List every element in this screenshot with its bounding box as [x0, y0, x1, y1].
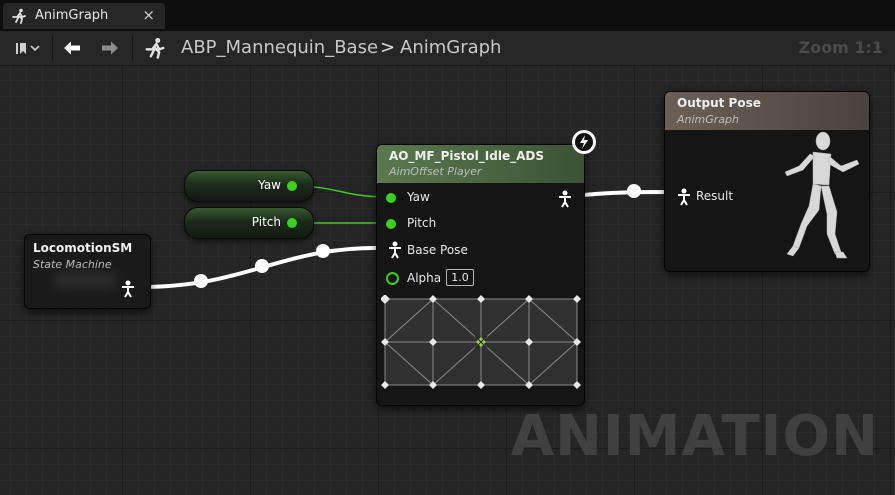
bookmark-dropdown-button[interactable]	[8, 37, 44, 59]
pose-wire	[573, 190, 671, 198]
node-subtitle: AnimGraph	[677, 113, 740, 126]
tab-bar: AnimGraph ×	[0, 0, 895, 31]
tab-close-button[interactable]: ×	[142, 6, 155, 24]
graph-toolbar: ABP_Mannequin_Base > AnimGraph Zoom 1:1	[0, 31, 895, 66]
arrow-right-icon	[102, 41, 118, 55]
zoom-level: Zoom 1:1	[798, 38, 884, 57]
aimoffset-player-node[interactable]: AO_MF_Pistol_Idle_ADS AimOffset Player Y…	[376, 144, 585, 406]
base-pose-input-label: Base Pose	[407, 243, 468, 257]
toolbar-separator	[132, 35, 133, 61]
node-title: LocomotionSM	[33, 241, 133, 255]
bookmark-icon	[16, 43, 40, 54]
breadcrumb-separator: >	[380, 37, 396, 58]
running-man-icon	[12, 8, 26, 24]
output-pose-node[interactable]: Output Pose AnimGraph Result	[664, 91, 870, 272]
running-man-icon	[145, 37, 165, 59]
base-pose-pin-icon[interactable]	[388, 241, 402, 259]
back-button[interactable]	[60, 37, 84, 59]
node-subtitle: AimOffset Player	[389, 165, 482, 178]
pose-output-pin-icon[interactable]	[558, 190, 572, 208]
lightning-icon	[575, 133, 593, 151]
blend-space-preview	[381, 295, 581, 389]
wire-knot	[194, 274, 208, 288]
node-title: AO_MF_Pistol_Idle_ADS	[389, 149, 544, 163]
alpha-input-label: Alpha	[407, 271, 442, 285]
pose-output-pin-icon[interactable]	[121, 280, 135, 298]
pitch-variable-node[interactable]: Pitch	[184, 207, 314, 239]
node-title: Output Pose	[677, 96, 761, 110]
pitch-input-label: Pitch	[407, 216, 437, 230]
toolbar-separator	[52, 35, 53, 61]
wire-knot	[255, 259, 269, 273]
yaw-input-pin[interactable]	[386, 193, 396, 203]
result-input-pin-icon[interactable]	[677, 188, 691, 206]
breadcrumb-asset[interactable]: ABP_Mannequin_Base	[181, 37, 378, 58]
wire-knot	[316, 244, 330, 258]
graph-type-watermark: ANIMATION	[510, 404, 879, 469]
alpha-input-pin[interactable]	[386, 272, 399, 285]
alpha-value-field[interactable]: 1.0	[446, 269, 474, 286]
graph-canvas[interactable]: Yaw Pitch LocomotionSM State Machine AO_…	[0, 66, 895, 495]
forward-button[interactable]	[98, 37, 122, 59]
pitch-output-pin[interactable]	[287, 218, 297, 228]
center-marker	[474, 335, 488, 349]
breadcrumb-graph[interactable]: AnimGraph	[400, 37, 501, 58]
fast-path-badge	[572, 130, 596, 154]
yaw-input-label: Yaw	[407, 190, 430, 204]
pitch-variable-label: Pitch	[251, 215, 281, 229]
mannequin-preview	[784, 131, 860, 259]
locomotion-state-machine-node[interactable]: LocomotionSM State Machine	[24, 234, 151, 309]
result-input-label: Result	[696, 189, 734, 203]
yaw-variable-label: Yaw	[258, 178, 281, 192]
yaw-variable-node[interactable]: Yaw	[184, 170, 314, 202]
wire-knot	[627, 184, 641, 198]
pitch-input-pin[interactable]	[386, 219, 396, 229]
tab-label: AnimGraph	[35, 8, 109, 23]
node-glow	[55, 273, 115, 287]
arrow-left-icon	[64, 41, 80, 55]
tab-animgraph[interactable]: AnimGraph ×	[3, 3, 165, 29]
node-subtitle: State Machine	[33, 258, 112, 271]
yaw-output-pin[interactable]	[287, 181, 297, 191]
